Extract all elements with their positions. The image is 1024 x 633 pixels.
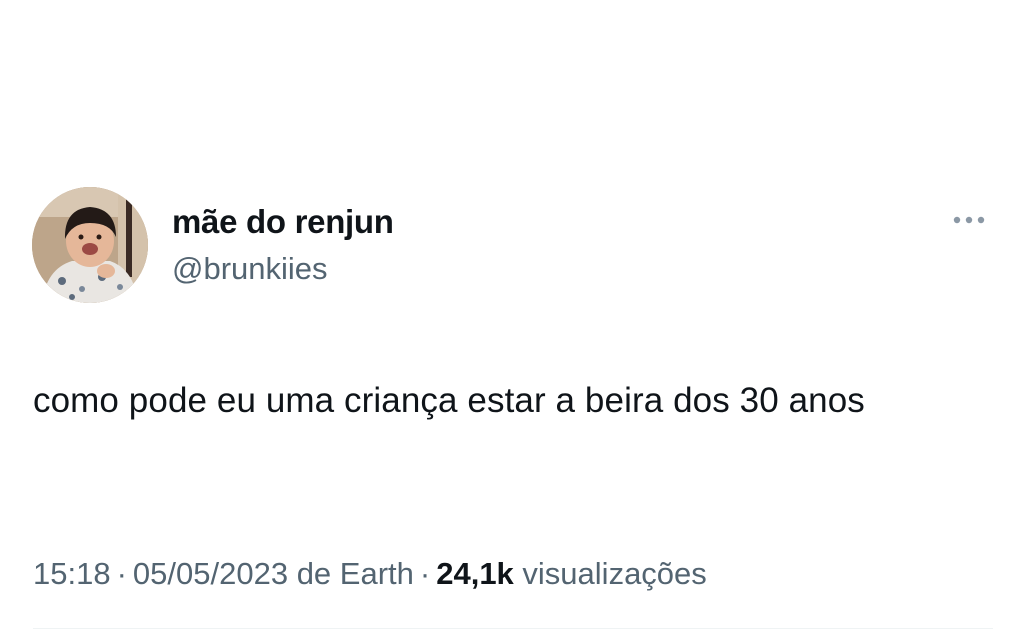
meta-separator: · bbox=[419, 556, 431, 591]
author-handle[interactable]: @brunkiies bbox=[172, 251, 328, 287]
tweet-date[interactable]: 05/05/2023 bbox=[133, 556, 288, 591]
author-avatar[interactable] bbox=[32, 187, 148, 303]
tweet-text: como pode eu uma criança estar a beira d… bbox=[33, 381, 865, 420]
author-display-name[interactable]: mãe do renjun bbox=[172, 203, 394, 241]
views-count: 24,1k bbox=[436, 556, 514, 591]
tweet-time[interactable]: 15:18 bbox=[33, 556, 111, 591]
tweet-card: mãe do renjun @brunkiies como pode eu um… bbox=[0, 0, 1024, 633]
more-horizontal-icon bbox=[953, 216, 985, 224]
views-label: visualizações bbox=[522, 556, 707, 591]
tweet-meta: 15:18 · 05/05/2023 de Earth · 24,1k visualiz… bbox=[33, 556, 707, 592]
child-photo-avatar-icon bbox=[32, 187, 148, 303]
tweet-source: de Earth bbox=[296, 556, 414, 591]
more-options-button[interactable] bbox=[944, 204, 994, 236]
divider bbox=[33, 628, 993, 629]
meta-separator: · bbox=[116, 556, 127, 591]
